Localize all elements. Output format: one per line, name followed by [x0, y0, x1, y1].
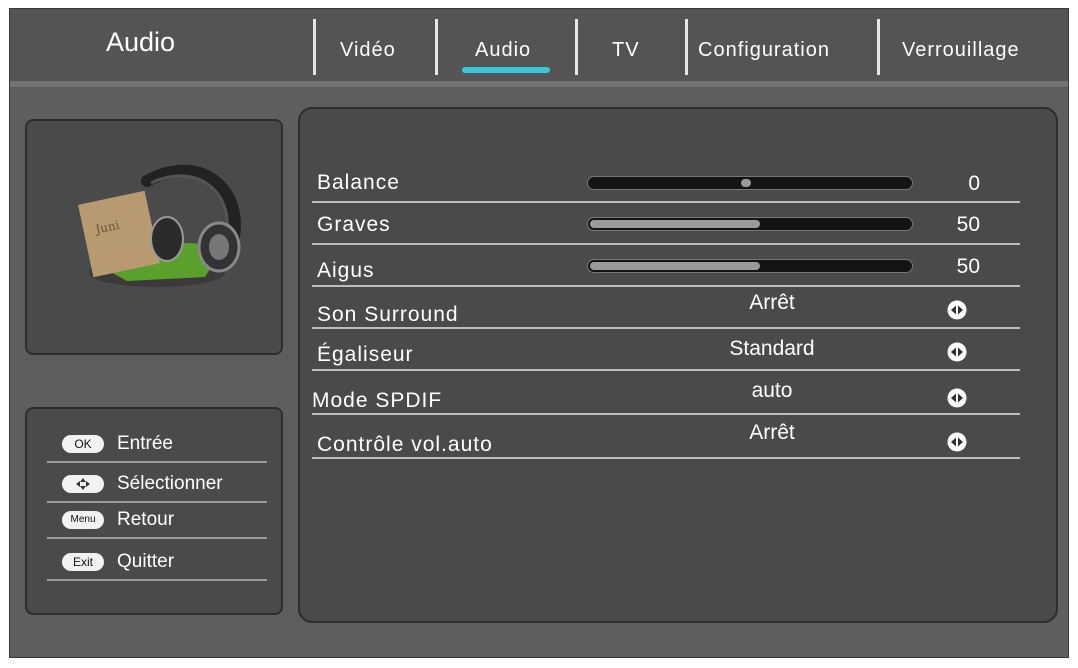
help-label-enter: Entrée — [117, 433, 173, 454]
aigus-label: Aigus — [317, 259, 375, 282]
spdif-value: auto — [751, 379, 793, 402]
tab-audio[interactable]: Audio — [475, 39, 531, 62]
tab-separator — [435, 19, 438, 75]
divider — [312, 285, 1020, 287]
help-row-exit: Exit Quitter — [47, 547, 267, 581]
egaliseur-value: Standard — [729, 337, 815, 360]
divider — [312, 413, 1020, 415]
audio-settings-panel: Balance 0 Graves 50 Aigus 50 Son Surroun… — [298, 107, 1058, 623]
setting-row-volauto[interactable]: Contrôle vol.auto Arrêt — [312, 419, 1020, 459]
aigus-value: 50 — [956, 255, 980, 278]
help-row-menu: Menu Retour — [47, 505, 267, 539]
tab-configuration[interactable]: Configuration — [698, 39, 830, 62]
aigus-slider[interactable] — [587, 259, 913, 273]
left-right-arrows-icon[interactable] — [946, 431, 968, 453]
divider — [47, 579, 267, 581]
tv-menu-frame: Audio Vidéo Audio TV Configuration Verro… — [9, 8, 1069, 658]
divider — [47, 537, 267, 539]
setting-row-surround[interactable]: Son Surround Arrêt — [312, 289, 1020, 329]
help-row-select: Sélectionner — [47, 469, 267, 503]
balance-slider[interactable] — [587, 176, 913, 190]
page-title: Audio — [106, 27, 176, 57]
graves-slider-fill — [590, 220, 760, 228]
volauto-label: Contrôle vol.auto — [317, 433, 493, 456]
active-tab-indicator — [462, 67, 550, 73]
graves-slider[interactable] — [587, 217, 913, 231]
top-bar: Audio Vidéo Audio TV Configuration Verro… — [10, 9, 1068, 87]
divider — [312, 327, 1020, 329]
surround-value: Arrêt — [749, 291, 795, 314]
tab-verrouillage[interactable]: Verrouillage — [902, 39, 1020, 62]
divider — [47, 461, 267, 463]
divider — [47, 501, 267, 503]
illustration-panel: Juni — [25, 119, 283, 355]
tab-separator — [877, 19, 880, 75]
help-row-ok: OK Entrée — [47, 429, 267, 463]
graves-label: Graves — [317, 213, 391, 236]
divider — [312, 243, 1020, 245]
left-right-arrows-icon[interactable] — [946, 341, 968, 363]
key-help-panel: OK Entrée Sélectionner Menu Retour Exit — [25, 407, 283, 615]
left-right-arrows-icon[interactable] — [946, 299, 968, 321]
help-label-select: Sélectionner — [117, 473, 223, 494]
volauto-value: Arrêt — [749, 421, 795, 444]
surround-label: Son Surround — [317, 303, 459, 326]
setting-row-graves[interactable]: Graves 50 — [312, 205, 1020, 245]
tab-tv[interactable]: TV — [612, 39, 640, 62]
divider — [312, 201, 1020, 203]
dpad-key-icon — [62, 475, 104, 493]
divider — [312, 369, 1020, 371]
balance-slider-knob[interactable] — [741, 179, 751, 187]
left-right-arrows-icon[interactable] — [946, 387, 968, 409]
help-label-quit: Quitter — [117, 551, 175, 572]
ok-key-icon: OK — [62, 435, 104, 453]
menu-key-icon: Menu — [62, 511, 104, 529]
balance-value: 0 — [968, 172, 980, 195]
balance-label: Balance — [317, 171, 400, 194]
setting-row-egaliseur[interactable]: Égaliseur Standard — [312, 331, 1020, 371]
tab-separator — [575, 19, 578, 75]
spdif-label: Mode SPDIF — [312, 389, 443, 412]
setting-row-balance[interactable]: Balance 0 — [312, 163, 1020, 203]
aigus-slider-fill — [590, 262, 760, 270]
exit-key-icon: Exit — [62, 553, 104, 571]
help-label-back: Retour — [117, 509, 175, 530]
tab-video[interactable]: Vidéo — [340, 39, 396, 62]
headphones-illustration-icon: Juni — [78, 164, 241, 287]
graves-value: 50 — [956, 213, 980, 236]
egaliseur-label: Égaliseur — [317, 343, 414, 366]
divider — [312, 457, 1020, 459]
tab-separator — [313, 19, 316, 75]
setting-row-spdif[interactable]: Mode SPDIF auto — [312, 375, 1020, 415]
tab-separator — [685, 19, 688, 75]
setting-row-aigus[interactable]: Aigus 50 — [312, 247, 1020, 287]
